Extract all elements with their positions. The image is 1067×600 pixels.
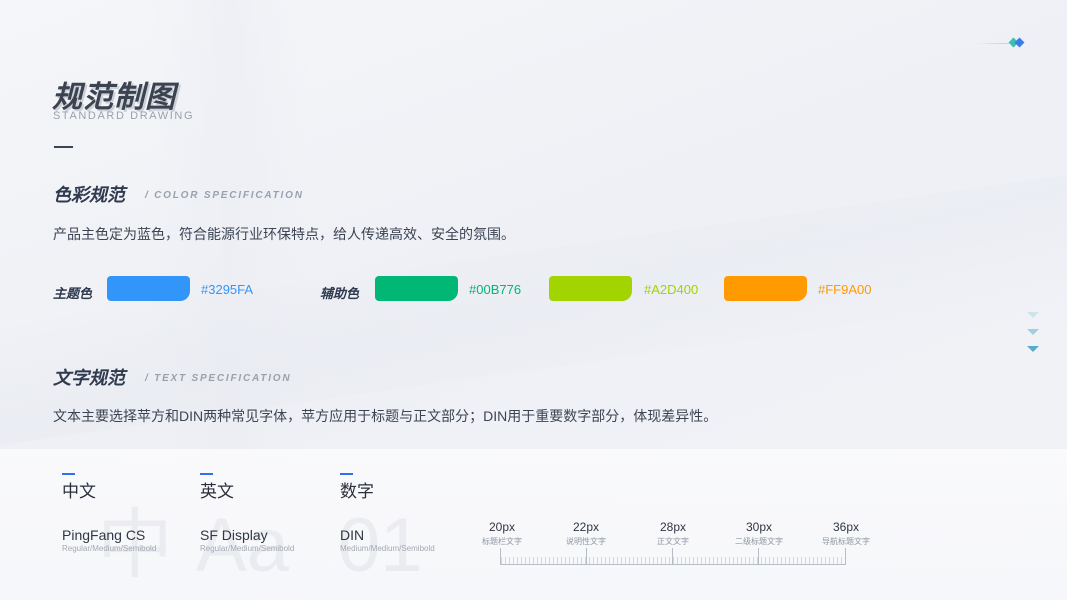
category-accent-bar [200,473,213,475]
secondary-color-swatch-orange [724,276,807,301]
type-scale-usage: 标题栏文字 [482,537,522,546]
font-category-digits: 数字 [340,482,374,501]
secondary-color-hex-lime: #A2D400 [644,282,699,297]
ruler-tick [586,548,587,565]
font-weights-english: Regular/Medium/Semibold [200,544,295,553]
text-section-subtitle: / TEXT SPECIFICATION [145,373,292,384]
triangle-down-icon [1027,312,1039,318]
type-scale-usage: 说明性文字 [566,537,606,546]
font-weights-digits: Medium/Medium/Semibold [340,544,435,553]
primary-color-label: 主题色 [53,286,93,301]
category-accent-bar [62,473,75,475]
type-scale-size: 28px [659,520,687,534]
color-section-subtitle: / COLOR SPECIFICATION [145,190,304,201]
type-scale-ruler [500,548,846,565]
ruler-tick [758,548,759,565]
font-category-english: 英文 [200,482,234,501]
type-scale-size: 20px [488,520,516,534]
corner-decoration [975,37,1027,48]
text-section-description: 文本主要选择苹方和DIN两种常见字体，苹方应用于标题与正文部分；DIN用于重要数… [53,408,718,424]
ruler-tick [672,548,673,565]
font-weights-chinese: Regular/Medium/Semibold [62,544,157,553]
title-divider [54,146,73,148]
font-name-english: SF Display [200,527,268,543]
type-scale-size: 22px [572,520,600,534]
type-scale-usage: 导航标题文字 [822,537,870,546]
primary-color-hex: #3295FA [201,282,254,297]
font-name-digits: DIN [340,527,365,543]
secondary-color-swatch-lime [549,276,632,301]
triangle-down-icon [1027,346,1039,352]
category-accent-bar [340,473,353,475]
type-scale-size: 36px [832,520,860,534]
type-scale-usage: 正文文字 [657,537,689,546]
page-scroll-indicator[interactable] [1026,312,1040,356]
secondary-color-hex-green: #00B776 [469,282,522,297]
font-category-chinese: 中文 [62,482,96,501]
color-section-title: 色彩规范 [53,185,125,205]
diamond-icon [1014,37,1025,48]
secondary-color-swatch-green [375,276,458,301]
font-name-chinese: PingFang CS [62,527,146,543]
primary-color-swatch [107,276,190,301]
triangle-down-icon [1027,329,1039,335]
type-scale-usage: 二级标题文字 [735,537,783,546]
decoration-line [975,43,1009,44]
page-subtitle: STANDARD DRAWING [53,110,195,122]
type-scale-size: 30px [745,520,773,534]
color-section-description: 产品主色定为蓝色，符合能源行业环保特点，给人传递高效、安全的氛围。 [53,226,515,242]
secondary-color-hex-orange: #FF9A00 [818,282,872,297]
secondary-color-label: 辅助色 [320,286,360,301]
text-section-title: 文字规范 [53,368,125,388]
